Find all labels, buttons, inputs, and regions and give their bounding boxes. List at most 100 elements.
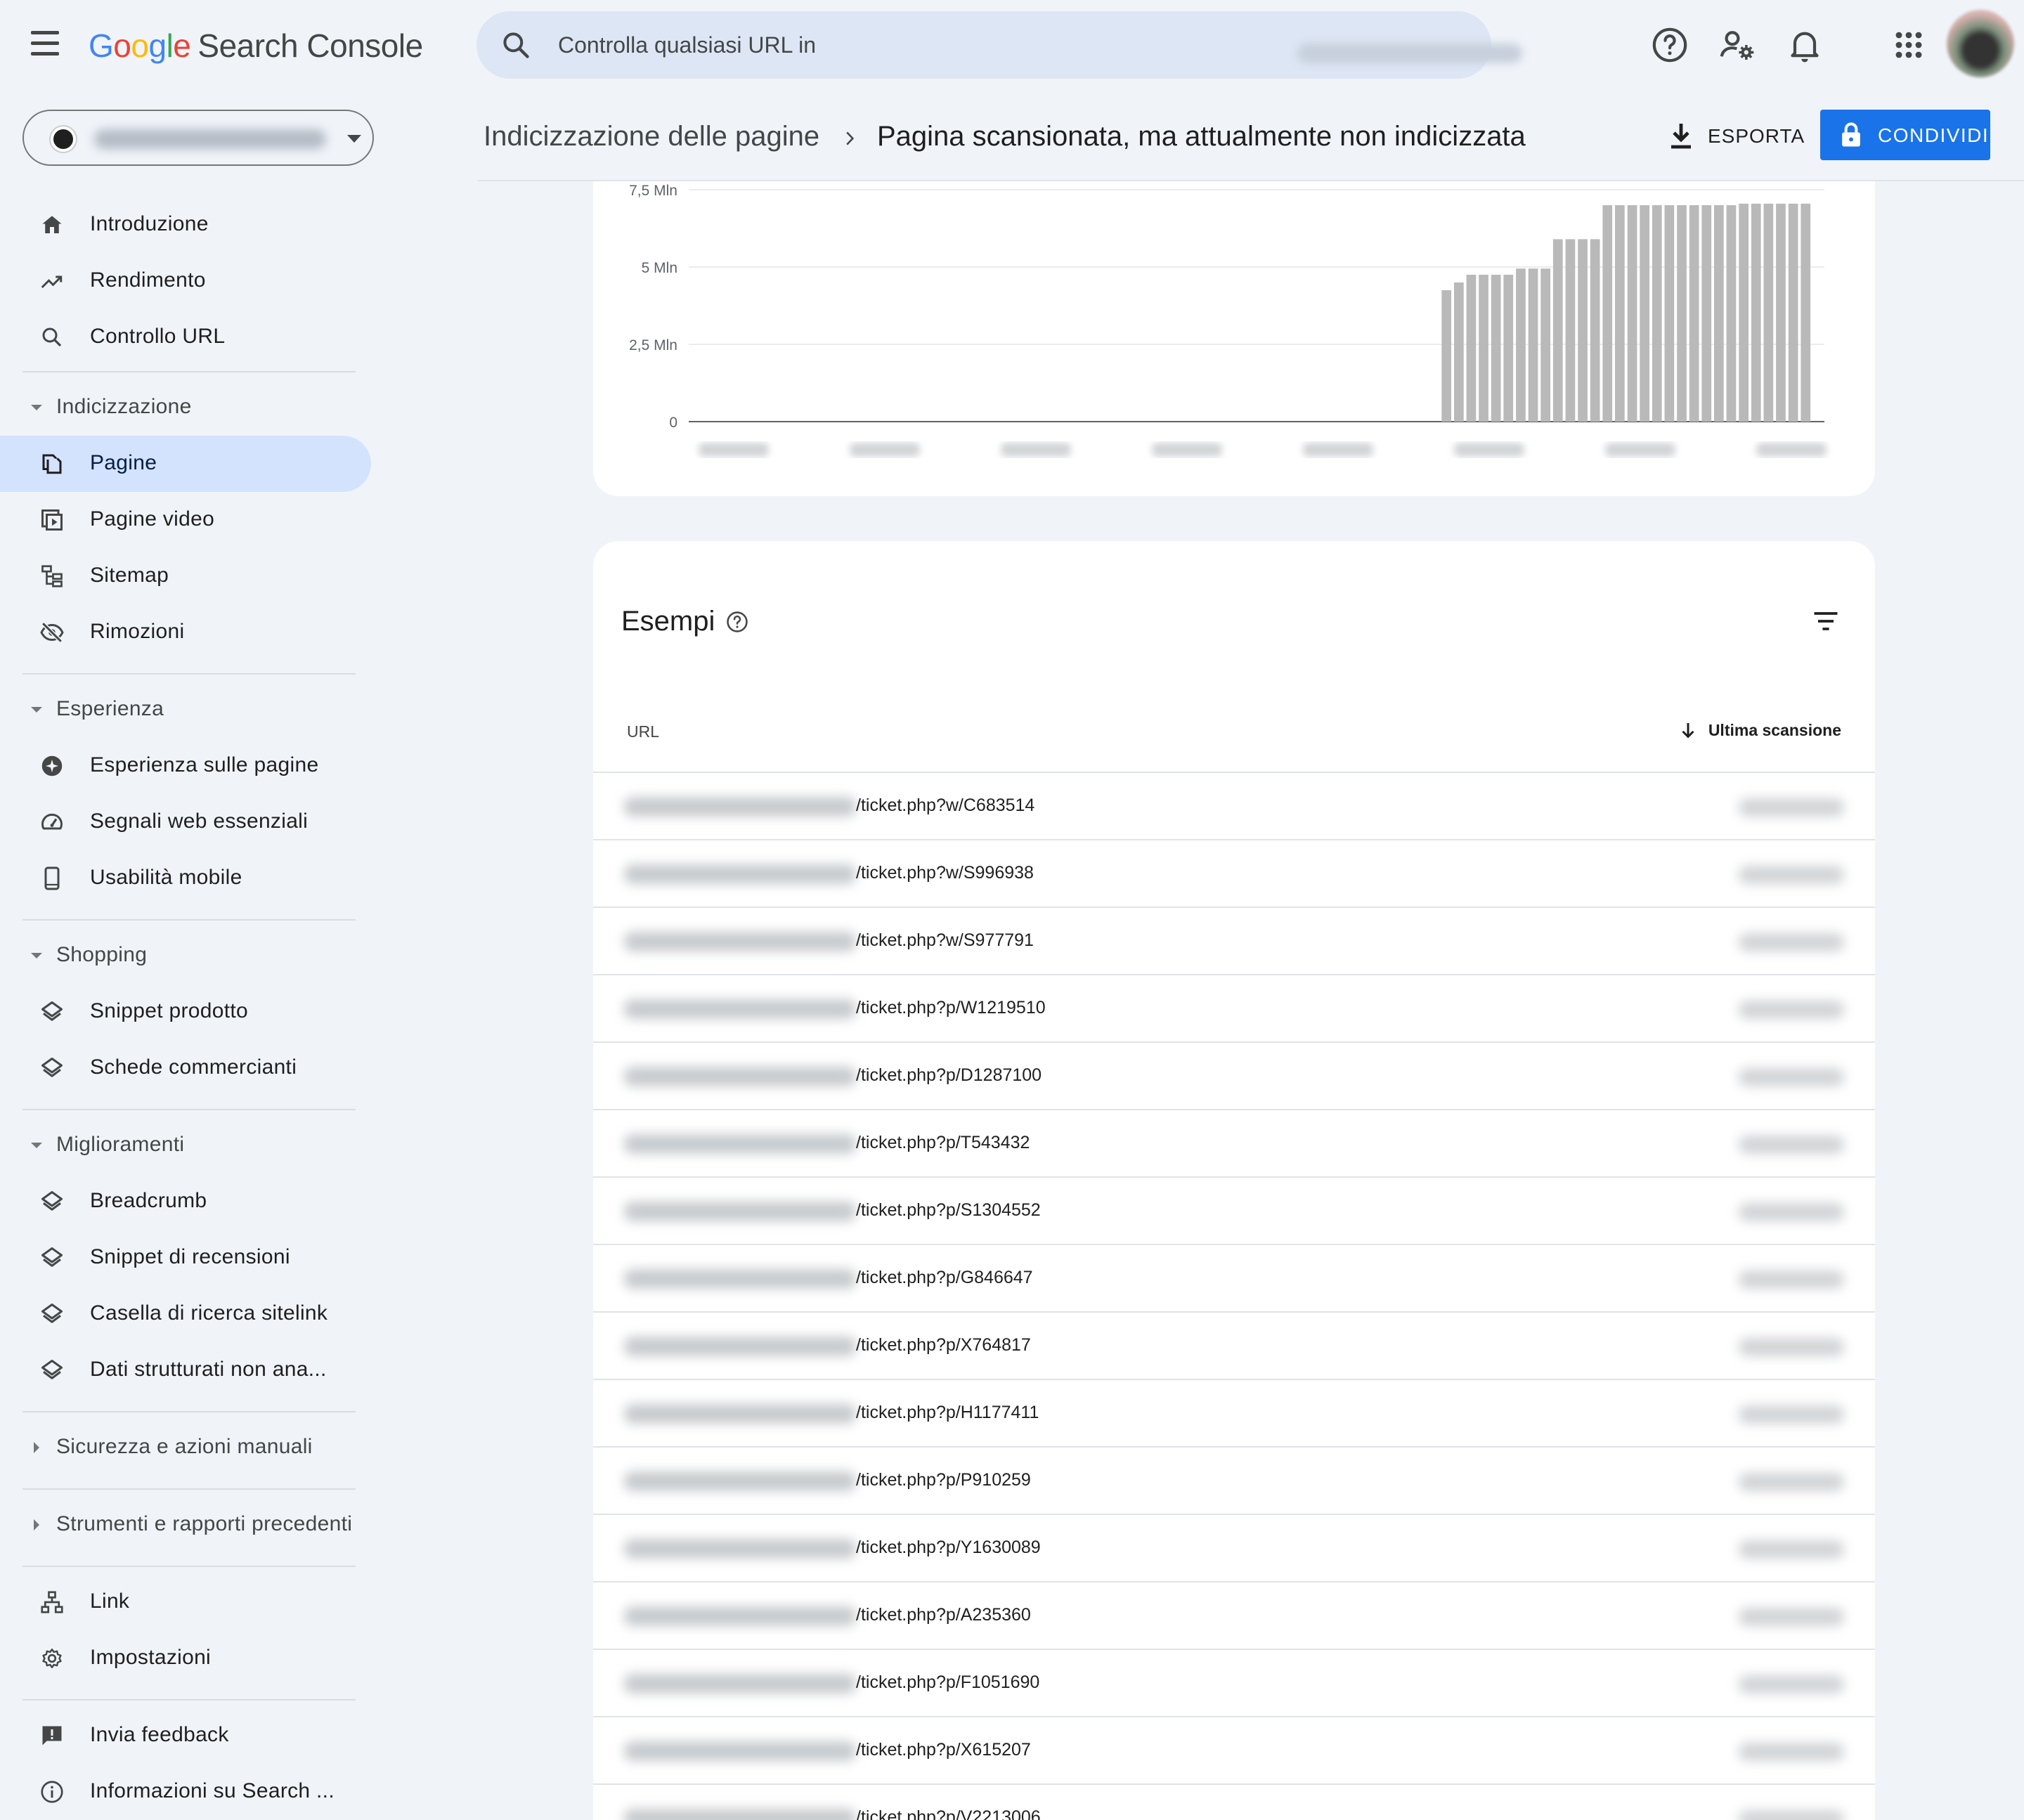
table-row[interactable]: /ticket.php?p/X615207 (593, 1716, 1875, 1783)
chart-bar[interactable] (1677, 205, 1687, 422)
sidebar-item-impostazioni[interactable]: Impostazioni (0, 1630, 371, 1686)
table-row[interactable]: /ticket.php?w/S977791 (593, 906, 1875, 974)
column-header-url[interactable]: URL (627, 722, 659, 741)
chart-bar[interactable] (1763, 203, 1774, 422)
sidebar-section-strumenti[interactable]: Strumenti e rapporti precedenti (0, 1497, 371, 1553)
sidebar-item-pagine[interactable]: Pagine (0, 436, 371, 492)
sidebar-item-introduzione[interactable]: Introduzione (0, 197, 371, 253)
sidebar-item-breadcrumb[interactable]: Breadcrumb (0, 1174, 371, 1230)
help-icon[interactable] (1650, 25, 1689, 65)
chart-bar[interactable] (1552, 239, 1563, 422)
chart-bar[interactable] (1776, 203, 1786, 422)
sidebar-item-esperienza-pagine[interactable]: Esperienza sulle pagine (0, 738, 371, 794)
table-row[interactable]: /ticket.php?p/P910259 (593, 1446, 1875, 1514)
chart-bar[interactable] (1714, 205, 1724, 422)
help-icon[interactable] (725, 610, 749, 634)
chart-bar[interactable] (1454, 282, 1464, 422)
sidebar-section-shopping[interactable]: Shopping (0, 928, 371, 984)
chart-bar[interactable] (1652, 205, 1662, 422)
sidebar-item-usabilita-mobile[interactable]: Usabilità mobile (0, 850, 371, 906)
redacted-crawl-date (1739, 1136, 1844, 1154)
sidebar-divider (22, 673, 356, 675)
chart-bar[interactable] (1479, 275, 1488, 422)
table-row[interactable]: /ticket.php?w/S996938 (593, 839, 1875, 906)
table-row[interactable]: /ticket.php?p/A235360 (593, 1581, 1875, 1649)
sidebar-item-invia-feedback[interactable]: Invia feedback (0, 1708, 371, 1764)
table-row[interactable]: /ticket.php?p/V2213006 (593, 1783, 1875, 1820)
redacted-crawl-date (1739, 1405, 1844, 1424)
sidebar-item-casella-ricerca-sitelink[interactable]: Casella di ricerca sitelink (0, 1286, 371, 1342)
chart-bar[interactable] (1615, 205, 1625, 422)
chart-bar[interactable] (1540, 268, 1550, 422)
sidebar-item-pagine-video[interactable]: Pagine video (0, 492, 371, 548)
sidebar-item-link[interactable]: Link (0, 1574, 371, 1630)
chart-bar[interactable] (1441, 290, 1451, 422)
chart-bar[interactable] (1739, 203, 1749, 422)
url-inspection-search-input[interactable]: Controlla qualsiasi URL in (476, 11, 1522, 79)
sidebar-item-label: Rendimento (90, 268, 206, 292)
url-path: /ticket.php?w/S996938 (856, 863, 1034, 883)
table-row[interactable]: /ticket.php?p/F1051690 (593, 1649, 1875, 1716)
sidebar-section-indicizzazione[interactable]: Indicizzazione (0, 379, 371, 436)
chart-bar[interactable] (1503, 275, 1514, 422)
sidebar-item-dati-strutturati[interactable]: Dati strutturati non ana... (0, 1342, 371, 1398)
sidebar-item-segnali-web[interactable]: Segnali web essenziali (0, 794, 371, 850)
sidebar-section-sicurezza[interactable]: Sicurezza e azioni manuali (0, 1419, 371, 1476)
redacted-url-host (624, 932, 856, 951)
chart-bar[interactable] (1516, 268, 1526, 422)
account-avatar[interactable] (1947, 10, 2014, 77)
sidebar-item-informazioni[interactable]: Informazioni su Search ... (0, 1764, 371, 1820)
arrow-down-icon (1682, 723, 1694, 739)
chart-bar[interactable] (1689, 205, 1699, 422)
table-row[interactable]: /ticket.php?p/G846647 (593, 1244, 1875, 1311)
chart-bar[interactable] (1726, 205, 1737, 422)
property-selector[interactable] (22, 110, 374, 166)
page-title: Pagina scansionata, ma attualmente non i… (877, 121, 1526, 152)
table-row[interactable]: /ticket.php?p/W1219510 (593, 974, 1875, 1041)
chart-bar[interactable] (1578, 239, 1588, 422)
sidebar-item-rendimento[interactable]: Rendimento (0, 253, 371, 309)
table-row[interactable]: /ticket.php?w/C683514 (593, 772, 1875, 839)
table-row[interactable]: /ticket.php?p/T543432 (593, 1109, 1875, 1176)
sidebar-item-snippet-prodotto[interactable]: Snippet prodotto (0, 984, 371, 1040)
table-row[interactable]: /ticket.php?p/D1287100 (593, 1041, 1875, 1109)
chart-bar[interactable] (1602, 205, 1613, 422)
filter-icon[interactable] (1810, 606, 1841, 637)
redacted-property-name (94, 129, 326, 149)
chart-bar[interactable] (1640, 205, 1649, 422)
search-console-logo[interactable]: Google Search Console (89, 27, 423, 65)
sidebar-item-rimozioni[interactable]: Rimozioni (0, 604, 371, 661)
sidebar-item-controllo-url[interactable]: Controllo URL (0, 309, 371, 365)
chart-bar[interactable] (1491, 275, 1501, 422)
indexing-bar-chart: 0 2,5 Mln 5 Mln 7,5 Mln (629, 183, 1827, 457)
sidebar-item-label: Introduzione (90, 212, 209, 235)
sidebar-item-snippet-recensioni[interactable]: Snippet di recensioni (0, 1230, 371, 1286)
chart-bar[interactable] (1590, 239, 1600, 422)
table-row[interactable]: /ticket.php?p/X764817 (593, 1311, 1875, 1379)
breadcrumb-parent-link[interactable]: Indicizzazione delle pagine (484, 121, 819, 152)
chart-bar[interactable] (1664, 205, 1675, 422)
table-row[interactable]: /ticket.php?p/H1177411 (593, 1379, 1875, 1446)
chart-bar[interactable] (1701, 205, 1712, 422)
chart-bar[interactable] (1466, 275, 1477, 422)
chart-bar[interactable] (1788, 203, 1798, 422)
sidebar-item-schede-commercianti[interactable]: Schede commercianti (0, 1040, 371, 1096)
sidebar-section-esperienza[interactable]: Esperienza (0, 682, 371, 738)
chart-bar[interactable] (1565, 239, 1576, 422)
url-path: /ticket.php?p/A235360 (856, 1605, 1031, 1625)
sidebar-item-sitemap[interactable]: Sitemap (0, 548, 371, 604)
share-button[interactable]: CONDIVIDI (1820, 110, 1990, 160)
logo-letter: o (131, 27, 149, 64)
notifications-bell-icon[interactable] (1785, 25, 1824, 65)
table-row[interactable]: /ticket.php?p/Y1630089 (593, 1514, 1875, 1581)
column-header-last-crawl[interactable]: Ultima scansione (1682, 721, 1841, 740)
hamburger-menu-icon[interactable] (31, 31, 69, 59)
chart-bar[interactable] (1751, 203, 1761, 422)
user-settings-icon[interactable] (1718, 25, 1757, 65)
chart-bar[interactable] (1528, 268, 1538, 422)
chart-bar[interactable] (1801, 203, 1811, 422)
table-row[interactable]: /ticket.php?p/S1304552 (593, 1176, 1875, 1244)
apps-grid-icon[interactable] (1889, 25, 1928, 65)
chart-bar[interactable] (1627, 205, 1637, 422)
sidebar-section-miglioramenti[interactable]: Miglioramenti (0, 1117, 371, 1174)
